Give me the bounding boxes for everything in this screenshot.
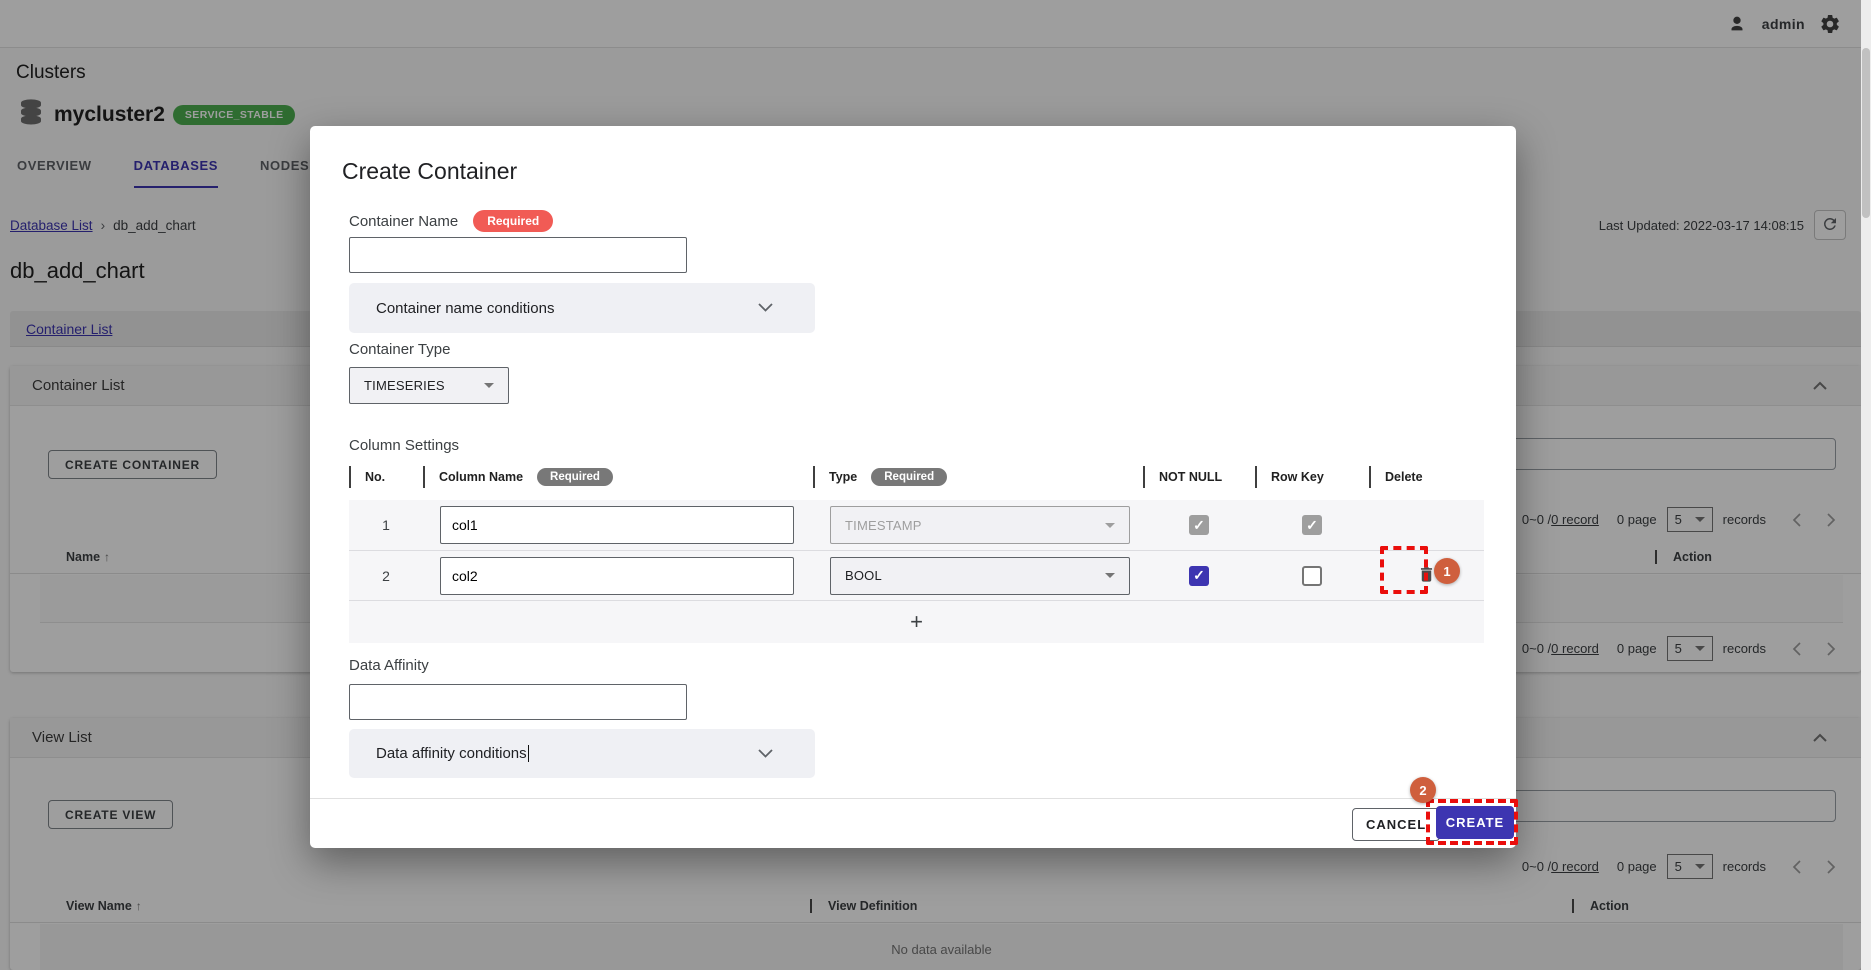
container-type-label: Container Type [349, 341, 450, 358]
annotation-box-delete [1380, 546, 1428, 594]
required-badge-gray: Required [537, 468, 613, 486]
container-type-value: TIMESERIES [364, 378, 445, 393]
column-type-select-2[interactable]: BOOL [830, 557, 1130, 595]
data-affinity-input[interactable] [349, 684, 687, 720]
header-no: No. [365, 470, 385, 484]
app-window: admin Clusters mycluster2 SERVICE_STABLE… [0, 0, 1871, 970]
column-row-2: 2 BOOL [349, 551, 1484, 601]
column-type-value-1: TIMESTAMP [845, 518, 922, 533]
dialog-footer-divider [310, 798, 1516, 799]
column-name-input-2[interactable] [440, 557, 794, 595]
dropdown-arrow-icon [1105, 573, 1115, 578]
dialog-title: Create Container [342, 158, 517, 185]
data-affinity-conditions-label: Data affinity conditions [376, 745, 758, 763]
container-name-label: Container Name [349, 213, 458, 230]
dropdown-arrow-icon [484, 383, 494, 388]
annotation-box-create [1426, 799, 1518, 845]
create-container-dialog: Create Container Container Name Required… [310, 126, 1516, 848]
required-badge-gray: Required [871, 468, 947, 486]
chevron-down-icon [758, 745, 773, 763]
scrollbar-thumb[interactable] [1862, 48, 1870, 218]
header-column-name: Column Name [439, 470, 523, 484]
column-settings-label: Column Settings [349, 437, 459, 454]
column-name-input-1[interactable] [440, 506, 794, 544]
header-delete: Delete [1385, 470, 1423, 484]
header-type: Type [829, 470, 857, 484]
not-null-checkbox-1 [1189, 515, 1209, 535]
container-name-conditions-label: Container name conditions [376, 300, 758, 317]
annotation-step-2: 2 [1410, 777, 1436, 803]
row-key-checkbox-1 [1302, 515, 1322, 535]
column-type-select-1: TIMESTAMP [830, 506, 1130, 544]
header-row-key: Row Key [1271, 470, 1324, 484]
required-badge: Required [473, 210, 553, 232]
annotation-step-1: 1 [1434, 558, 1460, 584]
row-number: 1 [349, 517, 423, 533]
not-null-checkbox-2[interactable] [1189, 566, 1209, 586]
dropdown-arrow-icon [1105, 523, 1115, 528]
column-row-1: 1 TIMESTAMP [349, 500, 1484, 551]
header-not-null: NOT NULL [1159, 470, 1222, 484]
row-key-checkbox-2[interactable] [1302, 566, 1322, 586]
data-affinity-label: Data Affinity [349, 657, 429, 674]
text-cursor [528, 745, 530, 762]
container-name-input[interactable] [349, 237, 687, 273]
add-column-row-button[interactable]: + [349, 601, 1484, 643]
data-affinity-conditions-panel[interactable]: Data affinity conditions [349, 729, 815, 778]
column-settings-header: No. Column Name Required Type Required N… [349, 466, 1484, 496]
container-type-select[interactable]: TIMESERIES [349, 367, 509, 404]
column-type-value-2: BOOL [845, 568, 882, 583]
container-name-conditions-panel[interactable]: Container name conditions [349, 283, 815, 333]
chevron-down-icon [758, 299, 773, 317]
row-number: 2 [349, 568, 423, 584]
scrollbar-track[interactable] [1861, 0, 1871, 970]
